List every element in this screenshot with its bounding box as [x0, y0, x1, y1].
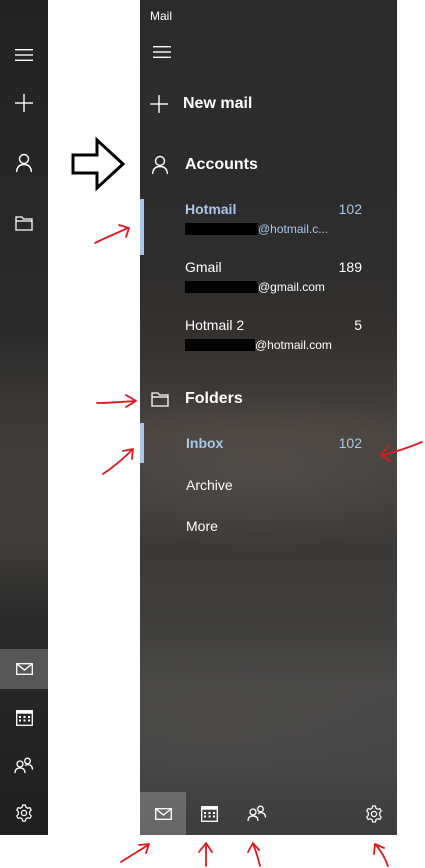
calendar-icon	[15, 709, 33, 726]
screenshot-stage: Mail New mail Accounts Hotmail 102 @hotm…	[0, 0, 425, 868]
rail-mail-button[interactable]	[0, 649, 48, 689]
people-icon	[14, 757, 34, 773]
mail-icon	[154, 807, 172, 820]
rail-new-mail-button[interactable]	[0, 83, 48, 123]
selection-indicator	[140, 199, 144, 255]
outline-arrow-icon	[71, 136, 126, 192]
app-title: Mail	[150, 9, 173, 23]
account-item-hotmail[interactable]: Hotmail 102 @hotmail.c...	[140, 199, 397, 255]
account-name: Gmail	[185, 259, 222, 275]
new-mail-label: New mail	[183, 95, 253, 112]
rail-calendar-button[interactable]	[0, 697, 48, 737]
folder-name: Inbox	[186, 435, 224, 451]
red-arrow-people-tab	[252, 843, 261, 867]
plus-icon	[150, 95, 168, 113]
folder-name: Archive	[186, 477, 233, 493]
red-arrow-settings	[375, 844, 389, 867]
account-name: Hotmail	[185, 201, 237, 217]
folder-icon	[151, 392, 169, 407]
accounts-header[interactable]: Accounts	[151, 153, 258, 177]
hamburger-icon	[15, 49, 33, 61]
account-email-domain: @gmail.com	[258, 280, 325, 294]
folder-item-more[interactable]: More	[140, 506, 397, 546]
folder-item-archive[interactable]: Archive	[140, 465, 397, 505]
gear-icon	[366, 804, 382, 823]
account-email: @hotmail.c...	[185, 221, 335, 237]
person-icon	[15, 153, 33, 173]
menu-button[interactable]	[148, 38, 176, 66]
folders-header[interactable]: Folders	[151, 387, 243, 411]
mail-icon	[15, 663, 33, 675]
rail-menu-button[interactable]	[0, 35, 48, 75]
rail-accounts-button[interactable]	[0, 143, 48, 183]
unread-count: 189	[338, 259, 362, 275]
gear-icon	[16, 804, 32, 822]
red-arrow-hotmail	[94, 227, 129, 244]
red-arrow-inbox	[102, 449, 133, 475]
switch-to-people-button[interactable]	[234, 792, 280, 835]
account-item-gmail[interactable]: Gmail 189 @gmail.com	[140, 257, 397, 313]
accounts-label: Accounts	[185, 156, 258, 173]
red-arrow-folders	[96, 400, 136, 404]
settings-button[interactable]	[351, 792, 397, 835]
account-email: @hotmail.com	[185, 337, 335, 353]
account-item-hotmail-2[interactable]: Hotmail 2 5 @hotmail.com	[140, 315, 397, 371]
switch-to-calendar-button[interactable]	[186, 792, 232, 835]
unread-count: 102	[338, 435, 362, 451]
switch-to-mail-button[interactable]	[140, 792, 186, 835]
account-email-domain: @hotmail.com	[255, 338, 332, 352]
folder-name: More	[186, 518, 218, 534]
collapsed-nav-rail	[0, 0, 48, 835]
redacted-email-username	[185, 223, 258, 235]
people-icon	[247, 805, 267, 822]
hamburger-icon	[153, 46, 171, 58]
account-email-domain: @hotmail.c...	[258, 222, 329, 236]
redacted-email-username	[185, 281, 258, 293]
mail-navigation-pane: Mail New mail Accounts Hotmail 102 @hotm…	[140, 0, 397, 835]
rail-settings-button[interactable]	[0, 793, 48, 833]
account-email: @gmail.com	[185, 279, 335, 295]
account-name: Hotmail 2	[185, 317, 245, 333]
person-icon	[151, 155, 169, 175]
app-switcher-bar	[140, 792, 397, 835]
folders-label: Folders	[185, 390, 243, 407]
rail-folders-button[interactable]	[0, 203, 48, 243]
red-arrow-mail-tab	[120, 844, 149, 863]
redacted-email-username	[185, 339, 255, 351]
unread-count: 102	[338, 201, 362, 217]
unread-count: 5	[354, 317, 362, 333]
plus-icon	[15, 94, 33, 112]
new-mail-button[interactable]: New mail	[150, 90, 252, 118]
rail-people-button[interactable]	[0, 745, 48, 785]
selection-indicator	[140, 423, 144, 463]
calendar-icon	[200, 806, 218, 822]
folder-icon	[15, 216, 33, 231]
folder-item-inbox[interactable]: Inbox 102	[140, 423, 397, 463]
